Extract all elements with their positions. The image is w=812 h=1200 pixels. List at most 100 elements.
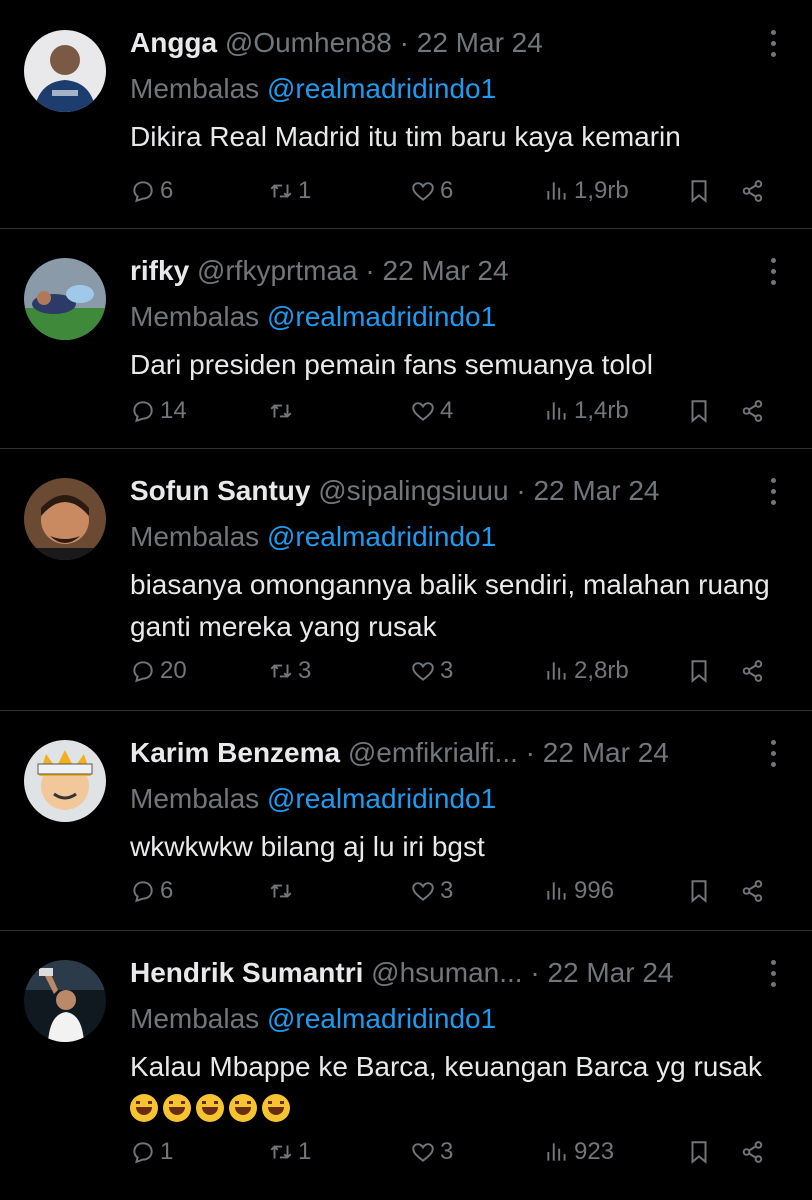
like-count: 3 <box>440 657 454 684</box>
views-button[interactable]: 1,4rb <box>544 391 629 431</box>
display-name[interactable]: Karim Benzema <box>130 737 340 768</box>
bookmark-button[interactable] <box>686 1132 716 1172</box>
tweet-date[interactable]: 22 Mar 24 <box>383 255 509 286</box>
display-name[interactable]: Angga <box>130 27 217 58</box>
tweet-text-body: Kalau Mbappe ke Barca, keuangan Barca yg… <box>130 1051 762 1082</box>
reply-count: 20 <box>160 657 187 684</box>
display-name[interactable]: Sofun Santuy <box>130 475 310 506</box>
more-vertical-icon[interactable] <box>770 960 778 990</box>
display-name[interactable]: Hendrik Sumantri <box>130 957 363 988</box>
heart-icon <box>412 1143 434 1162</box>
avatar[interactable] <box>24 960 106 1042</box>
like-button[interactable]: 6 <box>410 171 453 211</box>
like-button[interactable]: 3 <box>410 1132 453 1172</box>
bookmark-button[interactable] <box>686 171 716 211</box>
share-button[interactable] <box>740 871 770 911</box>
comment-bubble-icon <box>133 1142 153 1164</box>
tweet[interactable]: Sofun Santuy @sipalingsiuuu · 22 Mar 24 … <box>0 448 812 711</box>
tweet-date[interactable]: 22 Mar 24 <box>547 957 673 988</box>
tweet-text: Dikira Real Madrid itu tim baru kaya kem… <box>130 121 681 152</box>
reply-button[interactable]: 1 <box>130 1132 173 1172</box>
share-icon <box>742 880 763 902</box>
mention-link[interactable]: @realmadridindo1 <box>267 1003 496 1034</box>
more-vertical-icon[interactable] <box>770 258 778 288</box>
user-handle[interactable]: @sipalingsiuuu <box>318 475 508 506</box>
mention-link[interactable]: @realmadridindo1 <box>267 73 496 104</box>
tweet[interactable]: Angga @Oumhen88 · 22 Mar 24 Membalas @re… <box>0 0 812 229</box>
views-button[interactable]: 2,8rb <box>544 651 629 691</box>
like-button[interactable]: 3 <box>410 651 453 691</box>
avatar[interactable] <box>24 258 106 340</box>
tweet-date[interactable]: 22 Mar 24 <box>417 27 543 58</box>
tweet-text: Kalau Mbappe ke Barca, keuangan Barca yg… <box>130 1046 772 1130</box>
view-count: 2,8rb <box>574 657 629 684</box>
tweet[interactable]: rifky @rfkyprtmaa · 22 Mar 24 Membalas @… <box>0 228 812 449</box>
share-icon <box>742 400 763 422</box>
mention-link[interactable]: @realmadridindo1 <box>267 301 496 332</box>
like-count: 3 <box>440 1138 454 1165</box>
avatar[interactable] <box>24 478 106 560</box>
reply-count: 1 <box>160 1138 174 1165</box>
mention-link[interactable]: @realmadridindo1 <box>267 783 496 814</box>
bar-chart-icon <box>547 662 566 680</box>
more-vertical-icon[interactable] <box>770 30 778 60</box>
mention-link[interactable]: @realmadridindo1 <box>267 521 496 552</box>
view-count: 1,4rb <box>574 397 629 424</box>
rolling-on-floor-laughing-emoji <box>163 1094 191 1122</box>
action-bar: 20 3 3 2,8rb <box>0 651 812 691</box>
user-handle[interactable]: @Oumhen88 <box>225 27 392 58</box>
like-count: 3 <box>440 877 454 904</box>
user-handle[interactable]: @rfkyprtmaa <box>197 255 358 286</box>
bookmark-button[interactable] <box>686 871 716 911</box>
views-button[interactable]: 923 <box>544 1132 614 1172</box>
retweet-button[interactable] <box>268 871 298 911</box>
like-button[interactable]: 4 <box>410 391 453 431</box>
bookmark-icon <box>691 880 707 903</box>
retweet-button[interactable]: 1 <box>268 171 311 211</box>
separator-dot: · <box>399 27 409 58</box>
replying-to-label: Membalas <box>130 521 260 552</box>
more-vertical-icon[interactable] <box>770 740 778 770</box>
like-button[interactable]: 3 <box>410 871 453 911</box>
share-button[interactable] <box>740 171 770 211</box>
rolling-on-floor-laughing-emoji <box>130 1094 158 1122</box>
bookmark-icon <box>691 180 707 203</box>
display-name[interactable]: rifky <box>130 255 189 286</box>
tweet[interactable]: Karim Benzema @emfikrialfi... · 22 Mar 2… <box>0 710 812 931</box>
action-bar: 14 4 1,4rb <box>0 391 812 431</box>
tweet-text: biasanya omongannya balik sendiri, malah… <box>130 569 770 642</box>
bookmark-icon <box>691 400 707 423</box>
user-handle[interactable]: @emfikrialfi... <box>348 737 518 768</box>
heart-icon <box>412 402 434 421</box>
tweet[interactable]: Hendrik Sumantri @hsuman... · 22 Mar 24 … <box>0 930 812 1200</box>
replying-to: Membalas @realmadridindo1 <box>130 782 496 816</box>
more-vertical-icon[interactable] <box>770 478 778 508</box>
reply-button[interactable]: 6 <box>130 871 173 911</box>
share-button[interactable] <box>740 651 770 691</box>
avatar[interactable] <box>24 740 106 822</box>
tweet-date[interactable]: 22 Mar 24 <box>533 475 659 506</box>
share-icon <box>742 1141 763 1163</box>
action-bar: 6 1 6 1,9rb <box>0 171 812 211</box>
view-count: 1,9rb <box>574 177 629 204</box>
reply-button[interactable]: 14 <box>130 391 187 431</box>
bookmark-button[interactable] <box>686 651 716 691</box>
views-button[interactable]: 1,9rb <box>544 171 629 211</box>
avatar[interactable] <box>24 30 106 112</box>
user-handle[interactable]: @hsuman... <box>371 957 522 988</box>
share-button[interactable] <box>740 1132 770 1172</box>
retweet-button[interactable]: 3 <box>268 651 311 691</box>
comment-bubble-icon <box>133 401 153 423</box>
reply-button[interactable]: 6 <box>130 171 173 211</box>
share-button[interactable] <box>740 391 770 431</box>
retweet-button[interactable]: 1 <box>268 1132 311 1172</box>
reply-count: 14 <box>160 397 187 424</box>
like-count: 4 <box>440 397 454 424</box>
views-button[interactable]: 996 <box>544 871 614 911</box>
bookmark-button[interactable] <box>686 391 716 431</box>
retweet-button[interactable] <box>268 391 298 431</box>
tweet-date[interactable]: 22 Mar 24 <box>543 737 669 768</box>
reply-button[interactable]: 20 <box>130 651 187 691</box>
retweet-arrows-icon <box>270 404 292 418</box>
action-bar: 6 3 996 <box>0 871 812 911</box>
